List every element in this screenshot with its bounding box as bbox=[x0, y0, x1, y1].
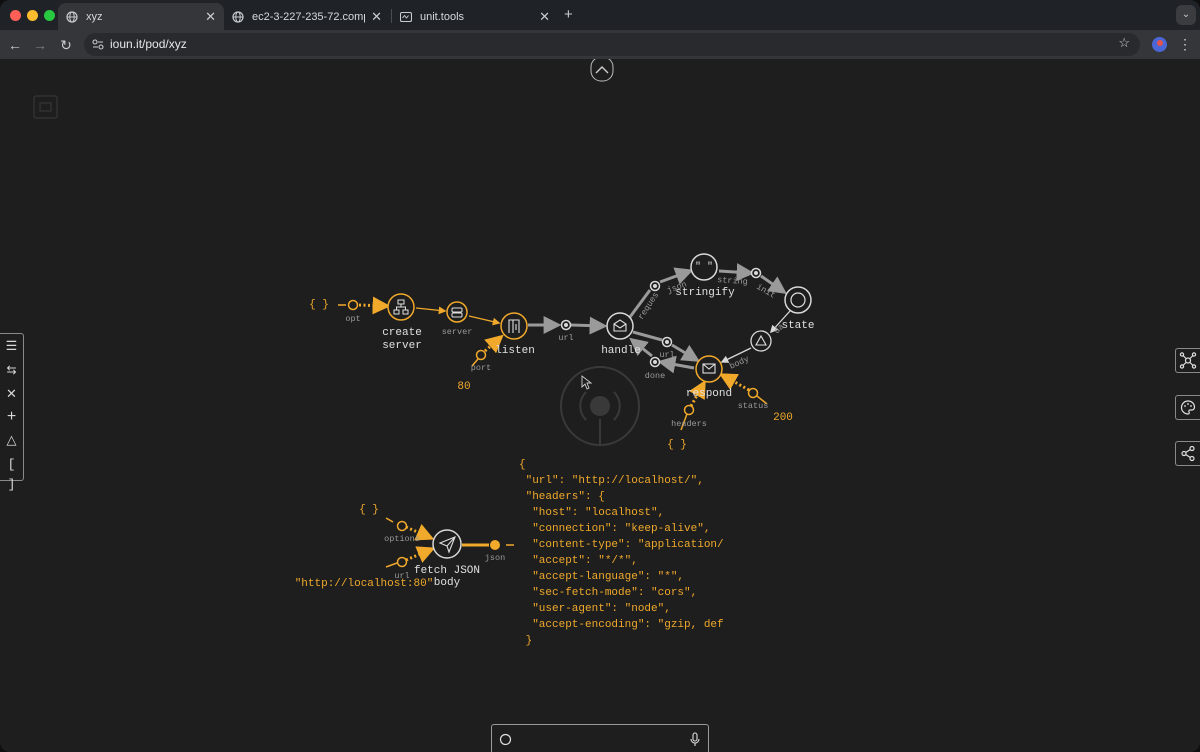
close-window-button[interactable] bbox=[10, 10, 21, 21]
svg-text:" ": " " bbox=[695, 261, 713, 273]
unit-tools-icon bbox=[400, 11, 412, 22]
triangle-icon[interactable]: △ bbox=[0, 430, 23, 450]
minimize-window-button[interactable] bbox=[27, 10, 38, 21]
command-bar[interactable] bbox=[491, 724, 709, 752]
ghost-node-icon bbox=[560, 366, 640, 446]
data-triangle-node[interactable] bbox=[750, 330, 772, 352]
options-pin[interactable] bbox=[396, 520, 408, 532]
headers-pin-label: headers bbox=[671, 419, 707, 429]
address-bar[interactable]: ioun.it/pod/xyz ☆ bbox=[84, 33, 1140, 56]
create-server-label: create server bbox=[382, 327, 422, 352]
respond-label: respond bbox=[686, 388, 732, 400]
state-label: state bbox=[781, 320, 814, 332]
port-pin[interactable] bbox=[475, 349, 487, 361]
string-pin-label: string bbox=[717, 275, 748, 287]
tab-close-icon[interactable]: ✕ bbox=[205, 9, 216, 25]
left-toolbar: ☰ ⇆ ✕ + △ [ ] bbox=[0, 333, 24, 492]
microphone-icon[interactable] bbox=[689, 732, 701, 747]
headers-pin[interactable] bbox=[683, 404, 695, 416]
search-circle-icon bbox=[499, 733, 512, 746]
site-info-icon[interactable] bbox=[92, 39, 104, 50]
headers-value[interactable]: { } bbox=[667, 439, 687, 451]
palette-icon bbox=[1180, 400, 1196, 415]
json-output-pin-label: json bbox=[485, 553, 505, 563]
minimap-icon[interactable] bbox=[33, 95, 58, 119]
done-pin-label: done bbox=[645, 371, 665, 381]
theme-button[interactable] bbox=[1175, 395, 1200, 420]
state-node[interactable] bbox=[784, 286, 812, 314]
server-pin-label: server bbox=[442, 327, 473, 337]
tab-ec2[interactable]: ec2-3-227-235-72.compute ✕ bbox=[224, 3, 390, 30]
tab-title: ec2-3-227-235-72.compute bbox=[252, 10, 365, 23]
options-pin-label: options bbox=[384, 534, 420, 544]
tab-unit-tools[interactable]: unit.tools ✕ bbox=[392, 3, 558, 30]
globe-icon bbox=[66, 10, 78, 23]
swap-icon[interactable]: ⇆ bbox=[0, 360, 23, 380]
collapse-up-button[interactable] bbox=[590, 59, 614, 82]
tab-title: unit.tools bbox=[420, 10, 465, 23]
tab-close-icon[interactable]: ✕ bbox=[539, 9, 550, 25]
server-node[interactable] bbox=[446, 301, 468, 323]
options-value[interactable]: { } bbox=[359, 504, 379, 516]
respond-node[interactable] bbox=[695, 355, 723, 383]
fetch-url-value[interactable]: "http://localhost:80" bbox=[295, 578, 434, 590]
browser-window: xyz ✕ ec2-3-227-235-72.compute ✕ unit.to… bbox=[0, 0, 1200, 752]
tab-close-icon[interactable]: ✕ bbox=[371, 9, 382, 25]
opt-pin-label: opt bbox=[345, 314, 360, 324]
brackets-icon[interactable]: [ ] bbox=[0, 455, 23, 492]
tab-xyz[interactable]: xyz ✕ bbox=[58, 3, 224, 30]
add-icon[interactable]: + bbox=[0, 407, 23, 427]
mouse-cursor-icon bbox=[581, 375, 593, 390]
handle-label: handle bbox=[601, 345, 641, 357]
opt-value[interactable]: { } bbox=[309, 299, 329, 311]
maximize-window-button[interactable] bbox=[44, 10, 55, 21]
back-icon[interactable]: ← bbox=[5, 35, 25, 55]
fetch-json-node[interactable] bbox=[432, 529, 462, 559]
create-server-node[interactable] bbox=[387, 293, 415, 321]
tab-bar: xyz ✕ ec2-3-227-235-72.compute ✕ unit.to… bbox=[0, 0, 1200, 30]
status-pin[interactable] bbox=[747, 387, 759, 399]
listen-label: listen bbox=[495, 345, 535, 357]
port-pin-label: port bbox=[471, 363, 491, 373]
share-icon bbox=[1181, 445, 1195, 462]
address-toolbar: ← → ↻ ioun.it/pod/xyz ☆ ⋮ bbox=[0, 30, 1200, 59]
port-value[interactable]: 80 bbox=[457, 381, 470, 393]
url-pin-3[interactable] bbox=[396, 556, 408, 568]
handle-node[interactable] bbox=[606, 312, 634, 340]
opt-pin[interactable] bbox=[347, 299, 359, 311]
share-button[interactable] bbox=[1175, 441, 1200, 466]
body-pin-label: body bbox=[728, 354, 751, 372]
graph-icon bbox=[1179, 352, 1197, 369]
url-pin-label: url bbox=[558, 333, 573, 343]
graph-canvas[interactable]: " " create server listen handle stringif… bbox=[0, 59, 1200, 752]
reload-icon[interactable]: ↻ bbox=[56, 35, 76, 55]
status-value[interactable]: 200 bbox=[773, 412, 793, 424]
graph-view-button[interactable] bbox=[1175, 348, 1200, 373]
tab-search-icon[interactable]: ⌄ bbox=[1176, 5, 1196, 25]
bookmark-star-icon[interactable]: ☆ bbox=[1118, 35, 1130, 51]
json-output-pin[interactable] bbox=[490, 540, 500, 550]
listen-node[interactable] bbox=[500, 312, 528, 340]
close-icon[interactable]: ✕ bbox=[0, 384, 23, 404]
json-output[interactable]: { "url": "http://localhost/", "headers":… bbox=[519, 457, 724, 649]
status-pin-label: status bbox=[738, 401, 769, 411]
profile-avatar[interactable] bbox=[1152, 37, 1167, 52]
new-tab-icon[interactable]: + bbox=[564, 6, 573, 23]
kebab-menu-icon[interactable]: ⋮ bbox=[1178, 35, 1192, 53]
menu-icon[interactable]: ☰ bbox=[0, 336, 23, 356]
url-text: ioun.it/pod/xyz bbox=[110, 37, 187, 51]
forward-icon[interactable]: → bbox=[30, 35, 50, 55]
tab-title: xyz bbox=[86, 10, 103, 23]
url2-pin-label: url bbox=[659, 350, 674, 360]
stringify-node[interactable]: " " bbox=[690, 253, 718, 281]
globe-icon bbox=[232, 10, 244, 23]
